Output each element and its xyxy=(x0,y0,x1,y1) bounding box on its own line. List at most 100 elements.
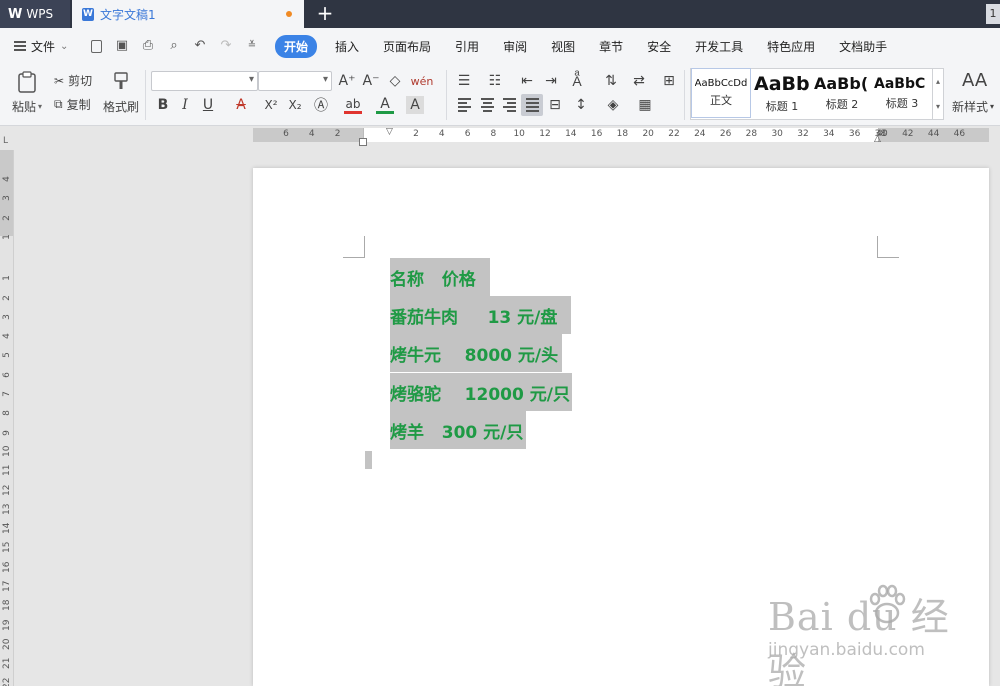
text-effect-icon[interactable]: Ⓐ xyxy=(312,96,330,114)
align-left-icon[interactable] xyxy=(455,96,473,114)
bullet-list-icon[interactable]: ☰ xyxy=(455,72,473,90)
subscript-button[interactable]: X₂ xyxy=(286,96,304,114)
borders-icon[interactable]: ▦ xyxy=(636,96,654,114)
window-number: 1 xyxy=(986,4,1000,24)
underline-button[interactable]: U xyxy=(199,96,217,114)
menu-tab-view[interactable]: 视图 xyxy=(539,38,587,55)
text-line-item[interactable]: 烤羊 300 元/只 xyxy=(390,411,526,449)
new-style-icon[interactable]: AA xyxy=(962,70,987,91)
first-line-indent-marker[interactable]: ▽ xyxy=(386,127,393,137)
copy-button[interactable]: ⧉ 复制 xyxy=(54,96,91,113)
style-heading-1[interactable]: AaBb 标题 1 xyxy=(753,68,811,118)
distributed-align-icon[interactable]: ⊟ xyxy=(546,96,564,114)
menu-tab-features[interactable]: 特色应用 xyxy=(755,38,827,55)
menu-tab-developer[interactable]: 开发工具 xyxy=(683,38,755,55)
save-icon[interactable]: ▣ xyxy=(114,39,130,53)
numbered-list-icon[interactable]: ☷ xyxy=(486,72,504,90)
vertical-ruler-number: 9 xyxy=(2,429,12,436)
paste-icon[interactable] xyxy=(12,70,42,94)
ruler-number: 14 xyxy=(565,129,577,139)
text-line-item[interactable]: 番茄牛肉 13 元/盘 xyxy=(390,296,571,334)
phonetic-guide-icon[interactable]: wén xyxy=(411,72,434,90)
scroll-up-icon[interactable]: ▴ xyxy=(936,77,940,86)
customize-toolbar-icon[interactable]: ≚ xyxy=(244,39,260,53)
justify-icon[interactable] xyxy=(521,94,543,116)
style-heading-2[interactable]: AaBb( 标题 2 xyxy=(813,68,871,118)
vertical-ruler-number: 17 xyxy=(2,580,12,592)
vertical-ruler-number: 2 xyxy=(2,294,12,301)
menu-tab-review[interactable]: 审阅 xyxy=(491,38,539,55)
italic-button[interactable]: I xyxy=(176,96,194,114)
font-name-select[interactable] xyxy=(151,71,258,91)
change-case-icon[interactable]: Aͣ xyxy=(568,72,586,90)
vertical-ruler-number: 21 xyxy=(2,657,12,670)
left-indent-marker[interactable] xyxy=(359,138,367,146)
menu-tab-doc-assistant[interactable]: 文档助手 xyxy=(827,38,899,55)
format-painter-button[interactable]: 格式刷 xyxy=(103,98,139,115)
bold-button[interactable]: B xyxy=(154,96,172,114)
cut-button[interactable]: ✂ 剪切 xyxy=(54,72,92,89)
line-spacing-icon[interactable]: ↕ xyxy=(572,96,590,114)
format-painter-icon[interactable] xyxy=(110,70,132,92)
align-center-icon[interactable] xyxy=(478,96,496,114)
text-line-item[interactable]: 烤骆驼 12000 元/只 xyxy=(390,373,572,411)
ruler-number: 2 xyxy=(334,129,341,139)
new-tab-button[interactable]: + xyxy=(314,2,336,26)
ruler-number: 30 xyxy=(771,129,783,139)
strikethrough-button[interactable]: A xyxy=(232,96,250,114)
shading-icon[interactable]: ◈ xyxy=(604,96,622,114)
scroll-down-icon[interactable]: ▾ xyxy=(936,102,940,111)
new-style-label: 新样式 xyxy=(952,100,989,114)
font-color-icon[interactable]: A xyxy=(376,96,394,114)
print-preview-icon[interactable]: ⌕ xyxy=(166,39,182,53)
cut-label: 剪切 xyxy=(68,74,93,88)
style-label: 标题 3 xyxy=(885,96,919,110)
file-menu[interactable]: 文件 ⌄ xyxy=(0,38,84,55)
paste-button[interactable]: 粘贴 ▾ xyxy=(12,98,42,115)
undo-icon[interactable]: ↶ xyxy=(192,39,208,53)
ruler-number: 42 xyxy=(902,129,914,139)
highlight-color-icon[interactable]: ab xyxy=(344,96,362,114)
document-tab-label: 文字文稿1 xyxy=(100,7,156,22)
wps-home-tab[interactable]: W WPS xyxy=(0,0,70,28)
print-icon[interactable]: ⎙ xyxy=(140,39,156,53)
style-normal[interactable]: AaBbCcDd 正文 xyxy=(691,68,751,118)
ruler-number: 8 xyxy=(490,129,497,139)
clear-format-icon[interactable]: ◇ xyxy=(386,72,404,90)
sort-icon[interactable]: ⇅ xyxy=(602,72,620,90)
styles-scroll[interactable]: ▴ ▾ xyxy=(932,69,943,119)
font-size-select[interactable] xyxy=(258,71,332,91)
ribbon-separator xyxy=(446,70,447,120)
vertical-ruler-number: 19 xyxy=(2,619,12,631)
text-line-header[interactable]: 名称 价格 xyxy=(390,258,490,296)
menu-tab-references[interactable]: 引用 xyxy=(443,38,491,55)
ruler-number: 4 xyxy=(438,129,445,139)
grow-font-button[interactable]: A⁺ xyxy=(338,72,356,90)
menu-tab-home[interactable]: 开始 xyxy=(275,34,318,58)
increase-indent-icon[interactable]: ⇥ xyxy=(542,72,560,90)
ruler-number: 6 xyxy=(464,129,471,139)
new-document-icon[interactable] xyxy=(91,39,102,53)
document-tab[interactable]: W 文字文稿1 xyxy=(72,0,304,28)
new-style-button[interactable]: 新样式 ▾ xyxy=(952,98,994,115)
shrink-font-button[interactable]: A⁻ xyxy=(362,72,380,90)
show-marks-icon[interactable]: ⇄ xyxy=(630,72,648,90)
align-right-icon[interactable] xyxy=(500,96,518,114)
menu-tab-page-layout[interactable]: 页面布局 xyxy=(371,38,443,55)
menu-tab-insert[interactable]: 插入 xyxy=(323,38,371,55)
right-indent-marker[interactable]: △ xyxy=(874,134,881,144)
redo-icon[interactable]: ↷ xyxy=(218,39,234,53)
text-line-item[interactable]: 烤牛元 8000 元/头 xyxy=(390,334,562,372)
vertical-ruler-number: 16 xyxy=(2,561,12,573)
tab-stop-selector[interactable]: L xyxy=(3,136,8,146)
decrease-indent-icon[interactable]: ⇤ xyxy=(518,72,536,90)
ruler-number: 32 xyxy=(797,129,809,139)
chevron-down-icon: ⌄ xyxy=(60,40,69,52)
menu-tab-security[interactable]: 安全 xyxy=(635,38,683,55)
style-heading-3[interactable]: AaBbC 标题 3 xyxy=(873,68,931,118)
menu-tab-section[interactable]: 章节 xyxy=(587,38,635,55)
character-shading-icon[interactable]: A xyxy=(406,96,424,114)
table-grid-icon[interactable]: ⊞ xyxy=(660,72,678,90)
superscript-button[interactable]: X² xyxy=(262,96,280,114)
ruler-number: 6 xyxy=(283,129,289,139)
